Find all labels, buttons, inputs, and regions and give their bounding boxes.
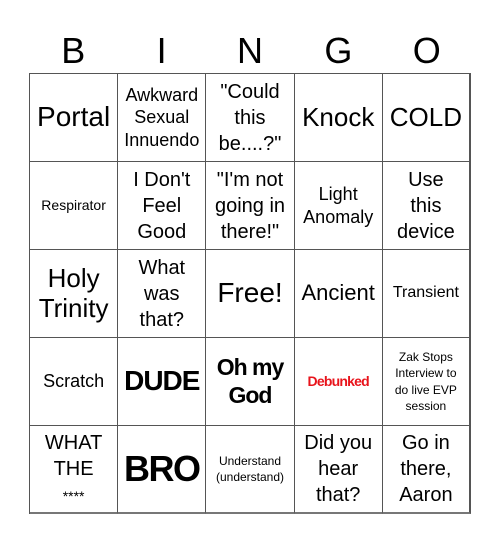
cell-text: Respirator [41, 197, 106, 214]
bingo-cell[interactable]: Zak Stops Interview to do live EVP session [382, 338, 471, 426]
bingo-cell[interactable]: Debunked [294, 338, 383, 426]
bingo-cell[interactable]: "I'm not going in there!" [206, 162, 295, 250]
bingo-cell[interactable]: What was that? [118, 250, 207, 338]
bingo-cell[interactable]: Transient [382, 250, 471, 338]
bingo-cell[interactable]: Scratch [30, 338, 119, 426]
cell-text: Scratch [43, 371, 105, 392]
bingo-cell[interactable]: Go in there, Aaron [382, 426, 471, 514]
cell-text: Debunked [307, 373, 370, 390]
cell-text: "Could this be....?" [218, 80, 282, 155]
cell-text: Zak Stops Interview to do live EVP session [394, 350, 457, 413]
cell-text: Free! [217, 277, 283, 309]
cell-text: Transient [392, 284, 459, 302]
cell-text: What was that? [138, 256, 186, 331]
cell-text: WHAT THE **** [44, 432, 103, 504]
header-letter-o: O [412, 30, 441, 71]
cell-text: I Don't Feel Good [133, 168, 191, 243]
cell-text: Awkward Sexual Innuendo [124, 84, 200, 150]
cell-text: Holy Trinity [38, 262, 109, 323]
header-letter-i: I [156, 30, 167, 71]
bingo-cell[interactable]: Understand (understand) [206, 426, 295, 514]
cell-text: Knock [302, 101, 375, 132]
header-letter-g: G [324, 30, 353, 71]
bingo-cell[interactable]: Respirator [30, 162, 119, 250]
bingo-cell[interactable]: I Don't Feel Good [118, 162, 207, 250]
bingo-cell[interactable]: Oh my God [206, 338, 295, 426]
bingo-header: B I N G O [29, 30, 471, 72]
cell-text: Understand (understand) [215, 453, 285, 484]
bingo-cell[interactable]: Holy Trinity [30, 250, 119, 338]
cell-text: Ancient [301, 280, 375, 306]
bingo-cell[interactable]: Knock [294, 74, 383, 162]
header-letter-b: B [61, 30, 86, 71]
bingo-cell[interactable]: DUDE [118, 338, 207, 426]
cell-text: DUDE [124, 365, 200, 397]
cell-text: Portal [37, 101, 111, 133]
bingo-board: Portal Awkward Sexual Innuendo "Could this b… [29, 73, 471, 514]
cell-text: COLD [389, 101, 463, 132]
bingo-cell[interactable]: Light Anomaly [294, 162, 383, 250]
bingo-cell[interactable]: Awkward Sexual Innuendo [118, 74, 207, 162]
header-letter-n: N [236, 30, 263, 71]
bingo-cell[interactable]: "Could this be....?" [206, 74, 295, 162]
cell-text: BRO [124, 448, 201, 490]
cell-text: Oh my God [216, 353, 285, 408]
bingo-cell[interactable]: Ancient [294, 250, 383, 338]
cell-text: Use this device [396, 168, 455, 243]
cell-text: Did you hear that? [304, 432, 373, 506]
bingo-cell[interactable]: Use this device [382, 162, 471, 250]
cell-text: "I'm not going in there!" [214, 168, 286, 243]
bingo-cell[interactable]: COLD [382, 74, 471, 162]
bingo-cell[interactable]: Did you hear that? [294, 426, 383, 514]
bingo-cell[interactable]: Portal [30, 74, 119, 162]
free-space-cell[interactable]: Free! [206, 250, 295, 338]
cell-text: Go in there, Aaron [399, 432, 453, 506]
bingo-cell[interactable]: BRO [118, 426, 207, 514]
bingo-cell[interactable]: WHAT THE **** [30, 426, 119, 514]
cell-text: Light Anomaly [303, 184, 374, 227]
